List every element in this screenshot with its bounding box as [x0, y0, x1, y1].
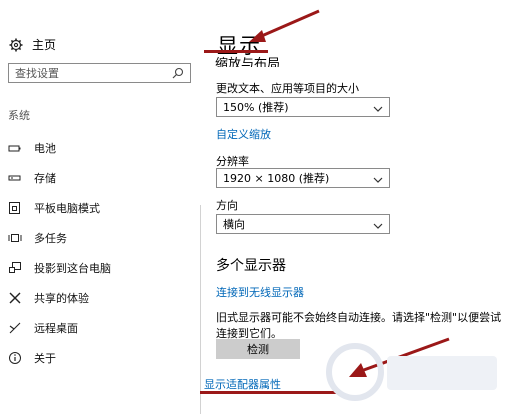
shared-experiences-icon — [8, 291, 22, 305]
scale-value: 150% (推荐) — [223, 101, 289, 114]
section-label-system: 系统 — [8, 109, 30, 122]
info-icon — [8, 351, 22, 365]
scale-label: 更改文本、应用等项目的大小 — [216, 82, 359, 95]
gear-icon — [8, 37, 24, 53]
sidebar-item-label: 多任务 — [34, 232, 67, 245]
watermark-graphic — [326, 343, 497, 401]
orientation-dropdown[interactable]: 横向 — [216, 214, 390, 234]
annotation-arrow-title — [249, 9, 320, 42]
orientation-value: 横向 — [223, 218, 245, 231]
detect-button[interactable]: 检测 — [216, 339, 300, 359]
sidebar-item-remote-desktop[interactable]: 远程桌面 — [8, 319, 78, 337]
chevron-down-icon — [373, 174, 383, 183]
resolution-label: 分辨率 — [216, 155, 249, 168]
sidebar-item-label: 平板电脑模式 — [34, 202, 100, 215]
resolution-dropdown[interactable]: 1920 × 1080 (推荐) — [216, 168, 390, 188]
display-adapter-properties-link[interactable]: 显示适配器属性 — [204, 376, 281, 392]
search-placeholder: 查找设置 — [15, 67, 59, 80]
resolution-value: 1920 × 1080 (推荐) — [223, 172, 330, 185]
sidebar-item-label: 关于 — [34, 352, 56, 365]
sidebar-item-shared-experiences[interactable]: 共享的体验 — [8, 289, 89, 307]
orientation-label: 方向 — [216, 199, 238, 212]
storage-icon — [8, 171, 22, 185]
sidebar-item-storage[interactable]: 存储 — [8, 169, 56, 187]
sidebar-item-label: 共享的体验 — [34, 292, 89, 305]
custom-scaling-link[interactable]: 自定义缩放 — [216, 126, 271, 142]
search-input[interactable]: 查找设置 — [8, 63, 191, 83]
sidebar-home-label: 主页 — [32, 38, 57, 52]
scale-layout-heading: 缩放与布局 — [215, 57, 281, 67]
chevron-down-icon — [373, 220, 383, 229]
sidebar-item-battery[interactable]: 电池 — [8, 139, 56, 157]
sidebar-item-label: 远程桌面 — [34, 322, 78, 335]
scale-dropdown[interactable]: 150% (推荐) — [216, 97, 390, 117]
projecting-icon — [8, 261, 22, 275]
sidebar-item-label: 投影到这台电脑 — [34, 262, 111, 275]
wireless-display-link[interactable]: 连接到无线显示器 — [216, 284, 304, 300]
sidebar: 主页 查找设置 系统 电池 存储 平板电脑模式 多任务 投影到这台电脑 共享的体… — [0, 0, 200, 414]
sidebar-home[interactable]: 主页 — [8, 36, 56, 53]
sidebar-item-about[interactable]: 关于 — [8, 349, 56, 367]
sidebar-item-label: 存储 — [34, 172, 56, 185]
battery-icon — [8, 141, 22, 155]
search-icon[interactable] — [172, 67, 184, 79]
sidebar-item-tablet-mode[interactable]: 平板电脑模式 — [8, 199, 100, 217]
multitasking-icon — [8, 231, 22, 245]
sidebar-item-multitasking[interactable]: 多任务 — [8, 229, 67, 247]
tablet-mode-icon — [8, 201, 22, 215]
chevron-down-icon — [373, 103, 383, 112]
sidebar-item-label: 电池 — [34, 142, 56, 155]
sidebar-item-projecting[interactable]: 投影到这台电脑 — [8, 259, 111, 277]
multiple-displays-heading: 多个显示器 — [216, 258, 286, 274]
remote-desktop-icon — [8, 321, 22, 335]
